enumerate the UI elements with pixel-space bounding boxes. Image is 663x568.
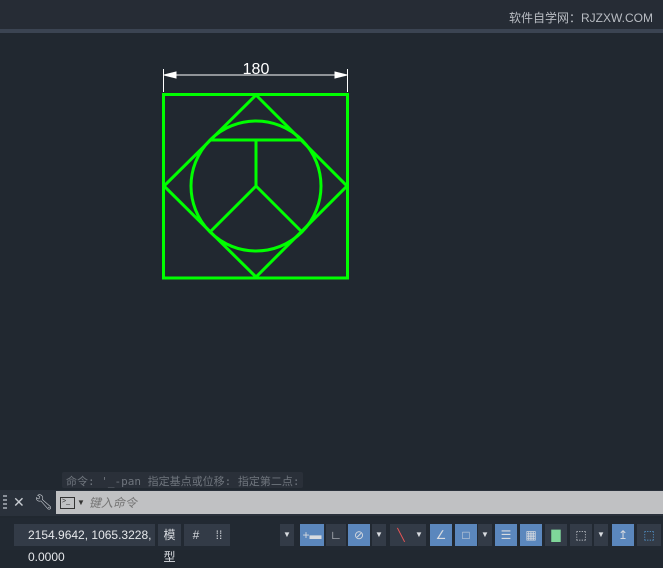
command-history: 命令: '_-pan 指定基点或位移: 指定第二点: — [62, 472, 304, 488]
dimension-text: 180 — [243, 61, 270, 78]
command-input-box: >_ ▼ — [56, 491, 663, 514]
infer-constraints-icon[interactable]: +▬ — [300, 524, 324, 546]
title-bar: 软件自学网：RJZXW.COM — [0, 0, 663, 29]
close-icon[interactable]: ✕ — [13, 494, 25, 511]
command-input[interactable] — [88, 495, 489, 510]
object-snap-tracking-icon[interactable]: ∠ — [430, 524, 452, 546]
isodraft-icon[interactable]: ╲ — [390, 524, 412, 546]
chevron-down-icon[interactable]: ▼ — [280, 524, 294, 546]
y-lines — [208, 140, 258, 234]
selection-filter-icon[interactable]: ⬚ — [637, 524, 661, 546]
grid-icon[interactable]: # — [184, 524, 208, 546]
drag-handle[interactable] — [3, 495, 7, 511]
object-snap-icon[interactable]: □ — [455, 524, 477, 546]
polar-tracking-icon[interactable]: ⊘ — [348, 524, 370, 546]
wrench-icon[interactable]: 🔧︎ — [34, 493, 53, 511]
chevron-down-icon[interactable]: ▼ — [594, 524, 608, 546]
chevron-down-icon[interactable]: ▼ — [412, 524, 426, 546]
selection-cycling-icon[interactable]: ▇ — [545, 524, 567, 546]
status-bar: 2154.9642, 1065.3228, 0.0000 模型 # ⁞⁞ ▼ +… — [0, 518, 663, 564]
terminal-icon[interactable]: >_ — [60, 496, 75, 509]
3d-object-snap-icon[interactable]: ⬚ — [570, 524, 592, 546]
drawing-canvas[interactable]: 180 — [0, 33, 663, 490]
ortho-icon[interactable]: ∟ — [326, 524, 346, 546]
snap-icon[interactable]: ⁞⁞ — [208, 524, 230, 546]
dynamic-ucs-icon[interactable]: ↥ — [612, 524, 634, 546]
watermark: 软件自学网：RJZXW.COM — [509, 11, 653, 25]
chevron-down-icon[interactable]: ▼ — [77, 498, 85, 507]
transparency-icon[interactable]: ▦ — [520, 524, 542, 546]
chevron-down-icon[interactable]: ▼ — [372, 524, 386, 546]
command-line: ✕ 🔧︎ >_ ▼ — [0, 490, 663, 516]
lineweight-icon[interactable]: ☰ — [495, 524, 517, 546]
coordinates-readout: 2154.9642, 1065.3228, 0.0000 — [14, 524, 155, 564]
chevron-down-icon[interactable]: ▼ — [478, 524, 492, 546]
y-line-right — [254, 184, 304, 234]
model-button[interactable]: 模型 — [158, 524, 181, 564]
